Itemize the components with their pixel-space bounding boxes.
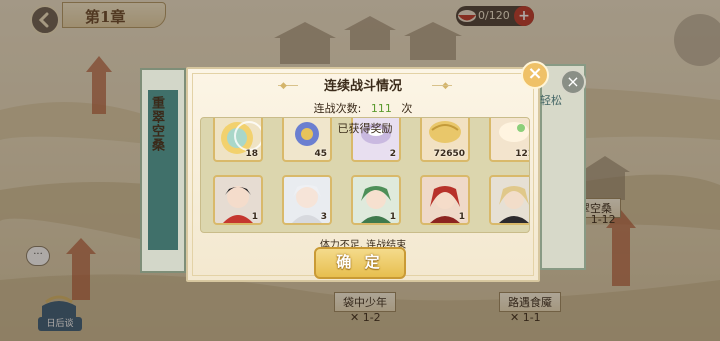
rewards-heading: 已获得奖励: [337, 122, 393, 135]
battle-result-dialog: ◆ 连续战斗情况 ◆ 连战次数: 111 次 18 45 2 72650 12 …: [186, 67, 540, 282]
reward-count: 72650: [433, 149, 465, 159]
detail-close-button[interactable]: ×: [560, 69, 586, 95]
rewards-panel[interactable]: 18 45 2 72650 12 已获得奖励 1 3 1 1: [200, 117, 530, 233]
difficulty-tag: 轻松: [540, 94, 562, 107]
side-panel-title: 重翠空桑: [149, 96, 164, 152]
reward-character[interactable]: 1: [213, 175, 263, 225]
dialog-close-button[interactable]: ×: [521, 61, 549, 89]
reward-count: 18: [245, 149, 258, 159]
game-screen: 第1章 0/120 + 袋中少年 ✕ 1-2 路遇食魇 ✕ 1-1 翠空桑 ✕ …: [0, 0, 720, 341]
battle-count-label: 连战次数:: [313, 102, 362, 115]
reward-count: 1: [389, 212, 396, 222]
diamond-ornament-icon: ◆: [442, 81, 449, 91]
confirm-button[interactable]: 确 定: [314, 247, 406, 279]
reward-count: 2: [389, 149, 396, 159]
reward-count: 3: [320, 212, 327, 222]
battle-count-value: 111: [370, 102, 392, 115]
reward-count: 121: [515, 149, 529, 159]
reward-character[interactable]: 1: [420, 175, 470, 225]
battle-count-unit: 次: [401, 102, 413, 115]
reward-character[interactable]: 1: [351, 175, 401, 225]
reward-count: 45: [314, 149, 327, 159]
blonde-man-portrait-icon: [499, 186, 529, 223]
reward-character[interactable]: [489, 175, 529, 225]
title-divider-right: [432, 85, 452, 86]
rewards-row-characters: 1 3 1 1: [213, 175, 529, 225]
battle-count-row: 连战次数: 111 次: [188, 100, 538, 116]
reward-character[interactable]: 3: [282, 175, 332, 225]
dialog-title: 连续战斗情况: [323, 79, 402, 94]
reward-count: 1: [251, 212, 258, 222]
reward-count: 1: [458, 212, 465, 222]
